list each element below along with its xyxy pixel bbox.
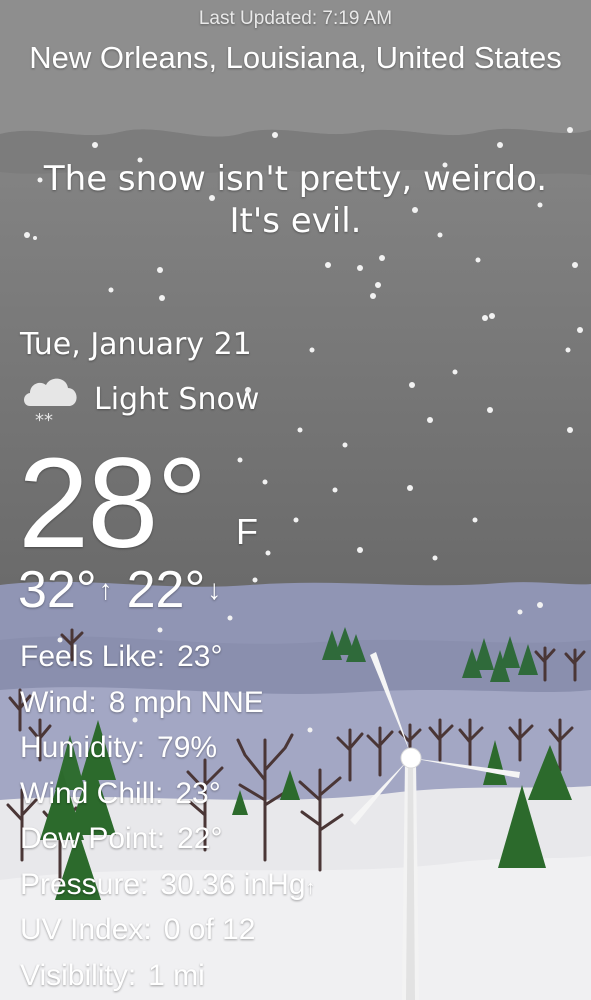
feels-like-label: Feels Like:	[20, 640, 166, 673]
visibility-value: 1 mi	[148, 958, 205, 992]
location-title[interactable]: New Orleans, Louisiana, United States	[0, 40, 591, 76]
weather-details-list: Feels Like: 23° Wind: 8 mph NNE Humidity: 7…	[20, 634, 316, 998]
dew-point-row: Dew Point: 22°	[20, 816, 316, 862]
feels-like-row: Feels Like: 23°	[20, 634, 316, 680]
wind-value: 8 mph NNE	[108, 685, 264, 719]
weather-screen: Last Updated: 7:19 AM New Orleans, Louis…	[0, 0, 591, 1000]
quote-line-2: It's evil.	[229, 201, 362, 241]
current-date: Tue, January 21	[20, 327, 252, 362]
current-temperature: 28°	[18, 432, 208, 575]
down-arrow-icon: ↓	[207, 574, 222, 605]
wind-label: Wind:	[20, 685, 97, 719]
high-temperature: 32°	[18, 561, 97, 619]
wind-chill-row: Wind Chill: 23°	[20, 771, 316, 817]
dew-point-value: 22°	[177, 822, 223, 855]
pressure-row: Pressure: 30.36 inHg↑	[20, 862, 316, 908]
temperature-unit[interactable]: F	[236, 511, 258, 553]
pressure-label: Pressure:	[20, 867, 149, 901]
humidity-label: Humidity:	[20, 731, 146, 764]
pressure-trend-up-icon: ↑	[305, 876, 316, 899]
uv-index-value: 0 of 12	[163, 913, 256, 946]
feels-like-value: 23°	[177, 640, 223, 673]
humidity-value: 79%	[157, 731, 218, 764]
uv-index-row: UV Index: 0 of 12	[20, 907, 316, 953]
high-low-temperatures: 32° ↑ 22° ↓	[18, 560, 235, 620]
humidity-row: Humidity: 79%	[20, 725, 316, 771]
last-updated-label: Last Updated: 7:19 AM	[198, 8, 393, 29]
wind-chill-label: Wind Chill:	[20, 776, 164, 810]
snarky-quote: The snow isn't pretty, weirdo. It's evil…	[0, 158, 591, 242]
wind-row: Wind: 8 mph NNE	[20, 680, 316, 726]
condition-label: Light Snow	[94, 381, 260, 417]
svg-text:**: **	[35, 410, 53, 428]
visibility-label: Visibility:	[20, 958, 137, 992]
quote-line-1: The snow isn't pretty, weirdo.	[43, 159, 548, 199]
condition-row: ** Light Snow	[20, 370, 259, 428]
uv-index-label: UV Index:	[20, 913, 152, 946]
wind-chill-value: 23°	[175, 776, 221, 810]
low-temperature: 22°	[126, 561, 206, 619]
dew-point-label: Dew Point:	[20, 822, 166, 855]
pressure-value: 30.36 inHg	[160, 867, 306, 901]
visibility-row: Visibility: 1 mi	[20, 953, 316, 999]
cloud-snow-icon: **	[24, 378, 77, 428]
up-arrow-icon: ↑	[98, 574, 113, 605]
